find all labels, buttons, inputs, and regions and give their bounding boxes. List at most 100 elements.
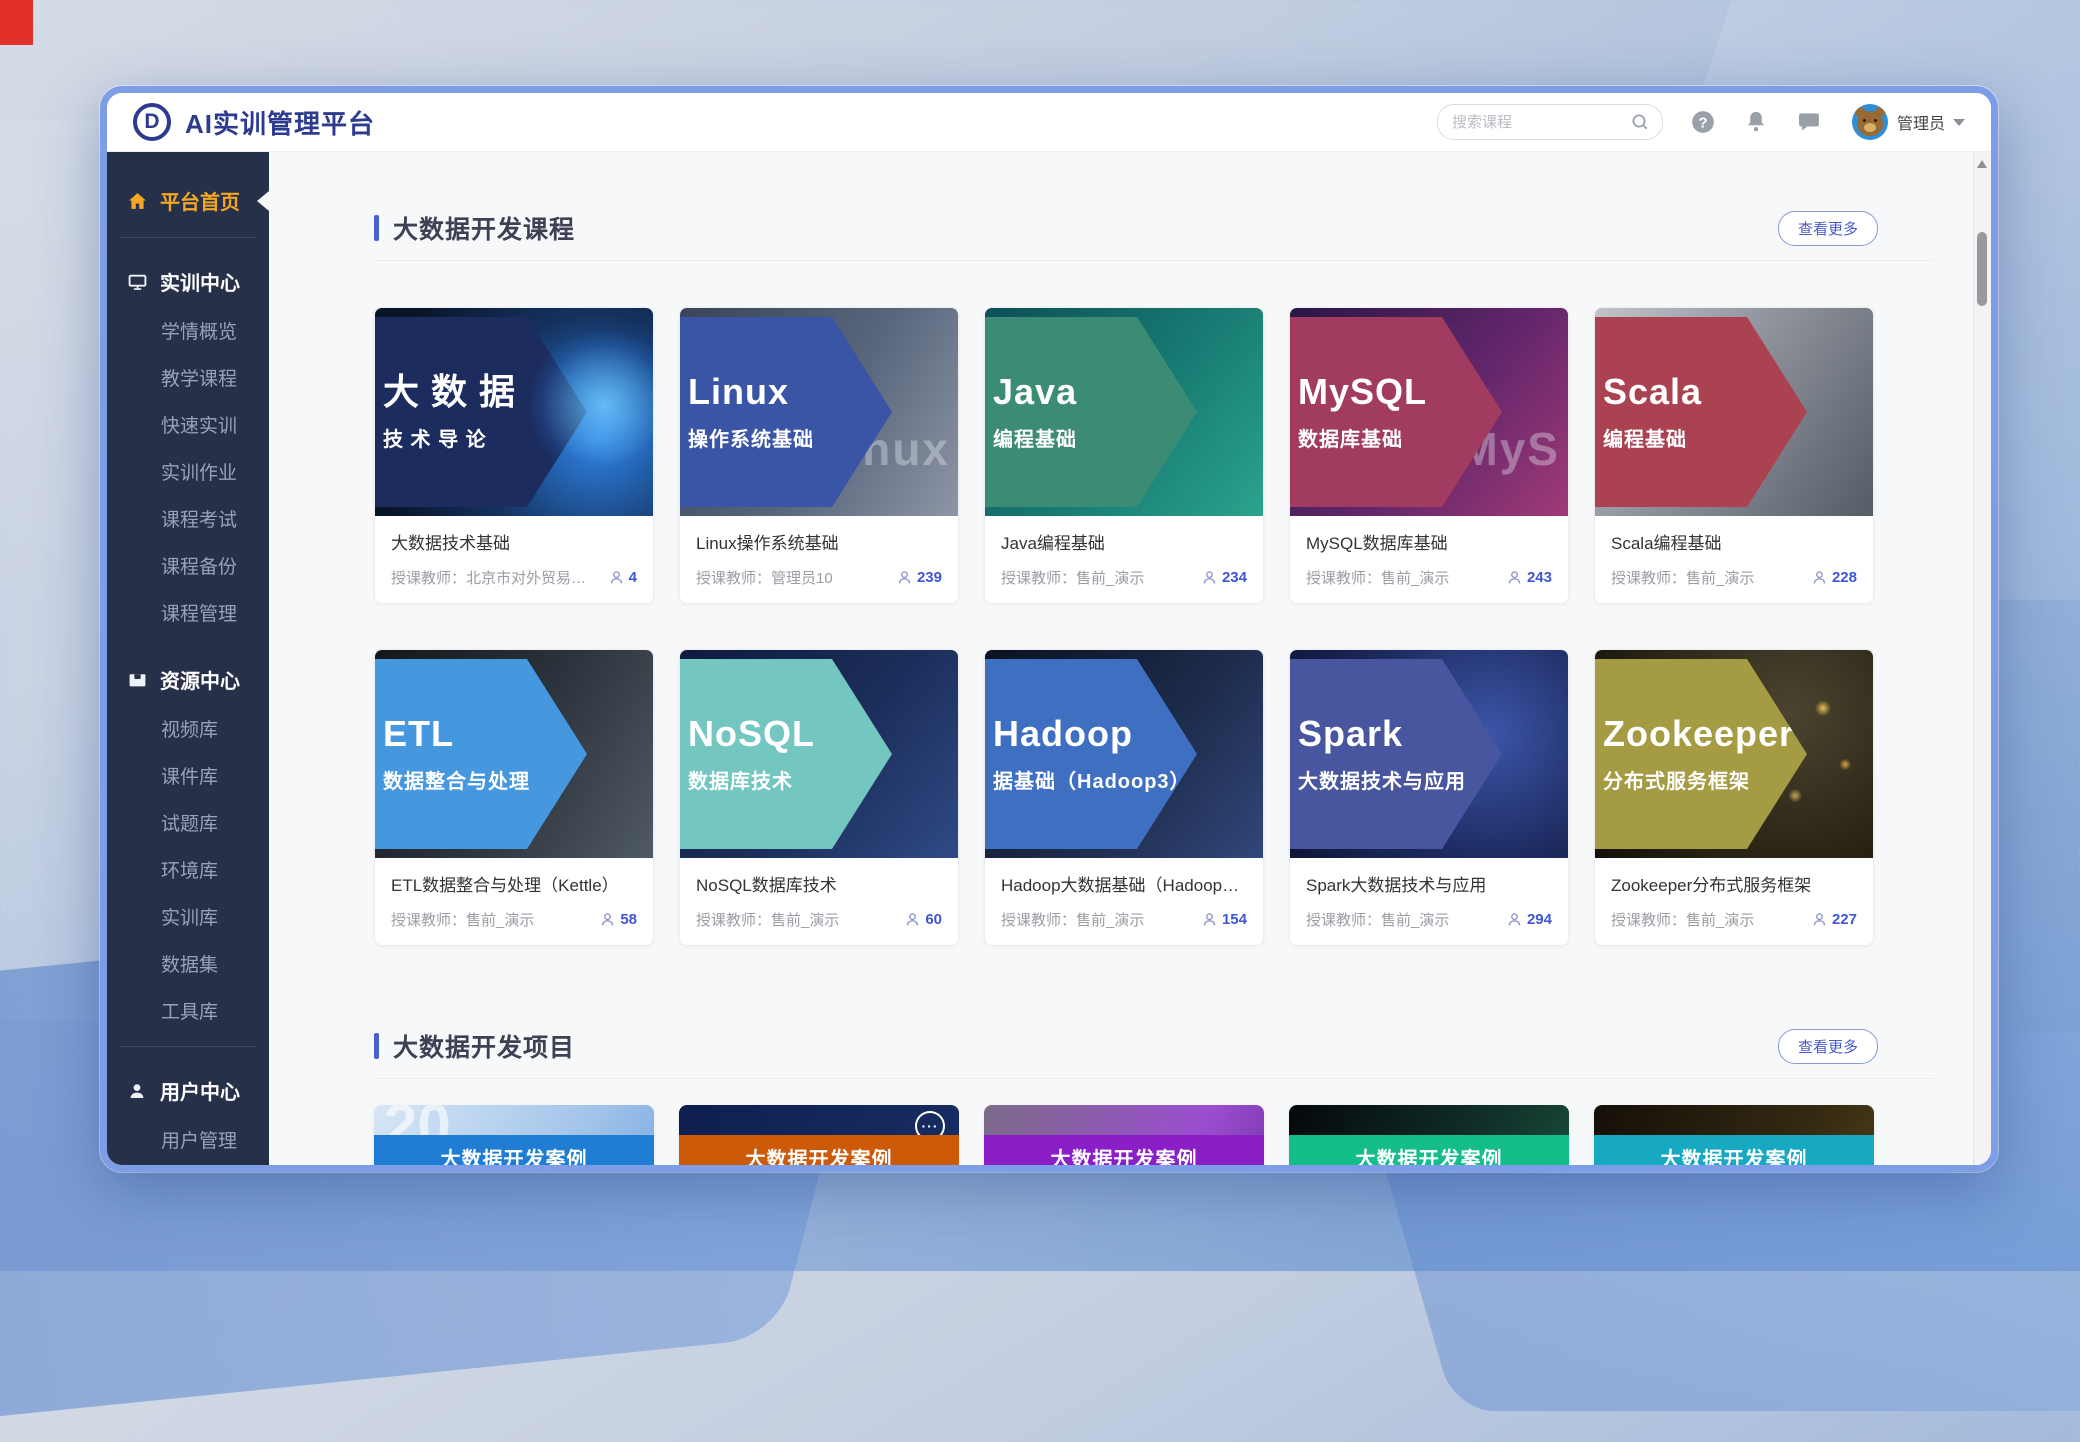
course-meta: 授课教师：售前_演示227 [1611, 909, 1857, 930]
search-box[interactable] [1437, 104, 1663, 140]
project-card[interactable]: 20大数据开发案例 [374, 1105, 654, 1165]
chevron-down-icon[interactable] [1953, 119, 1965, 126]
sidebar-item[interactable]: 课件库 [107, 752, 269, 799]
section-projects: 大数据开发项目 查看更多 20大数据开发案例···大数据开发案例大数据开发案例大… [269, 1028, 1974, 1165]
course-card[interactable]: Java编程基础Java编程基础授课教师：售前_演示234 [984, 307, 1264, 604]
course-card[interactable]: Scala编程基础Scala编程基础授课教师：售前_演示228 [1594, 307, 1874, 604]
sidebar-group-label: 实训中心 [160, 267, 240, 296]
course-card-row: 大 数 据技 术 导 论大数据技术基础授课教师：北京市对外贸易学校教...4in… [374, 307, 1974, 604]
person-icon [1507, 570, 1522, 585]
course-teacher: 授课教师：售前_演示 [1611, 909, 1812, 930]
scrollbar-up-arrow-icon[interactable] [1977, 160, 1987, 168]
cover-heading: 大 数 据 [383, 372, 587, 412]
avatar-muzzle [1864, 123, 1876, 132]
sidebar-item-home[interactable]: 平台首页 [107, 176, 269, 225]
course-meta: 授课教师：售前_演示60 [696, 909, 942, 930]
user-avatar[interactable] [1852, 104, 1888, 140]
project-card[interactable]: ···大数据开发案例 [679, 1105, 959, 1165]
sidebar-item[interactable]: 实训库 [107, 893, 269, 940]
course-meta: 授课教师：售前_演示58 [391, 909, 637, 930]
sidebar-item[interactable]: 环境库 [107, 846, 269, 893]
sidebar-item[interactable]: 数据集 [107, 940, 269, 987]
sidebar-item[interactable]: 实训作业 [107, 448, 269, 495]
course-card[interactable]: inuxLinux操作系统基础Linux操作系统基础授课教师：管理员10239 [679, 307, 959, 604]
avatar-eye [1863, 119, 1866, 122]
project-card[interactable]: 大数据开发案例 [1289, 1105, 1569, 1165]
person-icon [905, 912, 920, 927]
bell-icon[interactable] [1743, 109, 1769, 135]
cover-heading: MySQL [1298, 372, 1502, 412]
section-header: 大数据开发项目 查看更多 [374, 1028, 1878, 1064]
search-input[interactable] [1450, 113, 1630, 132]
course-meta: 授课教师：售前_演示228 [1611, 567, 1857, 588]
course-meta: 授课教师：售前_演示154 [1001, 909, 1247, 930]
cover-arrow: Java编程基础 [985, 317, 1197, 507]
section-title-bar [374, 1033, 379, 1059]
sidebar-item[interactable]: 教学课程 [107, 354, 269, 401]
course-card[interactable]: NoSQL数据库技术 NoSQL数据库技术授课教师：售前_演示60 [679, 649, 959, 946]
sidebar-item[interactable]: 班级管理 [107, 1163, 269, 1172]
sidebar-group-label: 资源中心 [160, 665, 240, 694]
vertical-scrollbar[interactable] [1973, 152, 1991, 1165]
avatar-eye [1874, 119, 1877, 122]
chat-icon[interactable] [1796, 109, 1822, 135]
project-card[interactable]: 大数据开发案例 [984, 1105, 1264, 1165]
course-teacher: 授课教师：售前_演示 [1001, 567, 1202, 588]
section-courses: 大数据开发课程 查看更多 大 数 据技 术 导 论大数据技术基础授课教师：北京市… [269, 210, 1974, 946]
sidebar-item[interactable]: 快速实训 [107, 401, 269, 448]
view-more-button[interactable]: 查看更多 [1778, 211, 1878, 246]
sidebar-item[interactable]: 课程管理 [107, 589, 269, 636]
cover-subheading: 据基础（Hadoop3） [993, 765, 1197, 794]
help-icon[interactable]: ? [1690, 109, 1716, 135]
course-card[interactable]: ETL数据整合与处理ETL数据整合与处理（Kettle）授课教师：售前_演示58 [374, 649, 654, 946]
view-more-button[interactable]: 查看更多 [1778, 1029, 1878, 1064]
cover-heading: Spark [1298, 714, 1502, 754]
cover-subheading: 分布式服务框架 [1603, 765, 1807, 794]
project-banner: 大数据开发案例 [1594, 1135, 1874, 1165]
sidebar-group-2[interactable]: 用户中心 [107, 1065, 269, 1116]
course-meta: 授课教师：售前_演示243 [1306, 567, 1552, 588]
course-card[interactable]: Spark大数据技术与应用Spark大数据技术与应用授课教师：售前_演示294 [1289, 649, 1569, 946]
search-icon[interactable] [1630, 112, 1650, 132]
project-banner: 大数据开发案例 [679, 1135, 959, 1165]
cover-subheading: 编程基础 [993, 423, 1197, 452]
cover-arrow: NoSQL数据库技术 [680, 659, 892, 849]
student-count: 243 [1507, 569, 1552, 586]
course-teacher: 授课教师：售前_演示 [1611, 567, 1812, 588]
sidebar-item[interactable]: 试题库 [107, 799, 269, 846]
course-card[interactable]: Hadoop据基础（Hadoop3）Hadoop大数据基础（Hadoop3）授课… [984, 649, 1264, 946]
course-cover: ETL数据整合与处理 [375, 650, 653, 858]
sidebar-item[interactable]: 学情概览 [107, 307, 269, 354]
course-card[interactable]: MySMySQL数据库基础MySQL数据库基础授课教师：售前_演示243 [1289, 307, 1569, 604]
course-card[interactable]: Zookeeper分布式服务框架Zookeeper分布式服务框架授课教师：售前_… [1594, 649, 1874, 946]
student-count-value: 4 [629, 569, 637, 586]
sidebar-group-0[interactable]: 实训中心 [107, 256, 269, 307]
course-teacher: 授课教师：售前_演示 [391, 909, 600, 930]
sidebar-item[interactable]: 课程备份 [107, 542, 269, 589]
active-item-marker [257, 191, 269, 211]
app-logo-icon: D [133, 103, 171, 141]
course-title: Spark大数据技术与应用 [1306, 871, 1552, 896]
sidebar-item[interactable]: 课程考试 [107, 495, 269, 542]
scrollbar-thumb[interactable] [1977, 232, 1987, 306]
course-meta: 授课教师：北京市对外贸易学校教...4 [391, 567, 637, 588]
student-count: 60 [905, 911, 942, 928]
user-name[interactable]: 管理员 [1897, 110, 1945, 134]
sidebar-group-1[interactable]: 资源中心 [107, 654, 269, 705]
sidebar-item[interactable]: 视频库 [107, 705, 269, 752]
sidebar: 平台首页 实训中心学情概览教学课程快速实训实训作业课程考试课程备份课程管理资源中… [107, 152, 269, 1165]
main-content: 大数据开发课程 查看更多 大 数 据技 术 导 论大数据技术基础授课教师：北京市… [269, 152, 1991, 1165]
course-card-body: ETL数据整合与处理（Kettle）授课教师：售前_演示58 [375, 858, 653, 945]
course-title: NoSQL数据库技术 [696, 871, 942, 896]
student-count-value: 243 [1527, 569, 1552, 586]
student-count-value: 154 [1222, 911, 1247, 928]
course-card[interactable]: 大 数 据技 术 导 论大数据技术基础授课教师：北京市对外贸易学校教...4 [374, 307, 654, 604]
section-header: 大数据开发课程 查看更多 [374, 210, 1878, 246]
project-card[interactable]: 大数据开发案例 [1594, 1105, 1874, 1165]
course-card-row: ETL数据整合与处理ETL数据整合与处理（Kettle）授课教师：售前_演示58… [374, 649, 1974, 946]
cover-heading: Zookeeper [1603, 714, 1807, 754]
course-meta: 授课教师：售前_演示294 [1306, 909, 1552, 930]
sidebar-item[interactable]: 工具库 [107, 987, 269, 1034]
cover-arrow: Hadoop据基础（Hadoop3） [985, 659, 1197, 849]
sidebar-item[interactable]: 用户管理 [107, 1116, 269, 1163]
